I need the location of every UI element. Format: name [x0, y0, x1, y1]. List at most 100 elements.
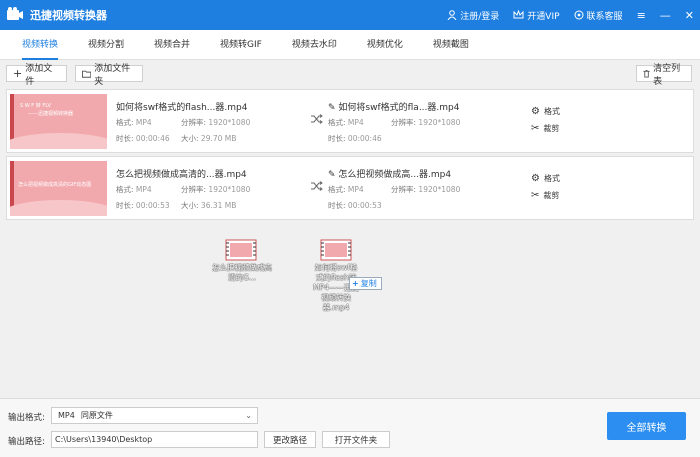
tab-video-split[interactable]: 视频分割 [88, 30, 124, 60]
cut-label: 裁剪 [543, 191, 560, 200]
source-size: 36.31 MB [200, 201, 237, 210]
scissors-icon: ✂ [531, 123, 540, 134]
headset-icon [574, 10, 584, 20]
output-duration: 00:00:46 [347, 134, 382, 143]
add-file-button[interactable]: + 添加文件 [6, 64, 67, 87]
folder-icon [82, 70, 92, 78]
video-thumbnail: 怎么把视频做成高清的GIF动态图 [10, 161, 107, 216]
output-path-input[interactable]: C:\Users\13940\Desktop [51, 431, 258, 448]
service-button[interactable]: 联系客服 [574, 9, 623, 22]
dragged-file-label: 怎么把视频做成高清的G... [212, 263, 272, 282]
clear-list-label: 清空列表 [653, 63, 681, 87]
format-label: 格式: [328, 118, 346, 127]
output-format-value: MP4 [58, 411, 75, 420]
format-label: 格式: [116, 185, 134, 194]
title-bar: 迅捷视频转换器 注册/登录 开通VIP 联系客服 ≡ — ✕ [0, 0, 700, 30]
cut-label: 裁剪 [543, 124, 560, 133]
thumbnail-subtext: ——迅捷视频转换器 [28, 111, 74, 117]
edit-name-icon[interactable]: ✎ [328, 170, 336, 180]
service-label: 联系客服 [586, 11, 623, 22]
output-file-name: 怎么把视频做成高...器.mp4 [338, 170, 452, 180]
menu-icon[interactable]: ≡ [637, 9, 646, 22]
open-folder-button[interactable]: 打开文件夹 [322, 431, 390, 448]
add-folder-label: 添加文件夹 [94, 63, 131, 87]
source-format: MP4 [135, 185, 152, 194]
output-settings-bar: 输出格式: MP4 同原文件 ⌄ 输出路径: C:\Users\13940\De… [0, 398, 700, 457]
tab-video-optimize[interactable]: 视频优化 [367, 30, 403, 60]
format-settings-button[interactable]: ⚙ 格式 [531, 173, 560, 184]
change-path-button[interactable]: 更改路径 [264, 431, 316, 448]
source-duration: 00:00:46 [135, 134, 170, 143]
size-label: 大小: [181, 134, 199, 143]
output-format: MP4 [347, 118, 364, 127]
format-label: 格式: [328, 185, 346, 194]
gear-icon: ⚙ [531, 106, 540, 117]
tab-video-to-gif[interactable]: 视频转GIF [220, 30, 262, 60]
video-file-icon[interactable] [225, 239, 257, 261]
plus-icon: + [13, 67, 23, 80]
thumbnail-text: 怎么把视频做成高清的GIF动态图 [18, 182, 92, 188]
minimize-icon[interactable]: — [660, 9, 671, 22]
chevron-down-icon: ⌄ [245, 411, 252, 420]
thumbnail-text: S W F 转 FLV [20, 103, 51, 109]
copy-tooltip: + 复制 [349, 277, 382, 290]
file-row: 怎么把视频做成高清的GIF动态图 怎么把视频做成高清的...器.mp4 格式: … [6, 156, 694, 220]
resolution-label: 分辨率: [391, 118, 417, 127]
scissors-icon: ✂ [531, 190, 540, 201]
source-size: 29.70 MB [200, 134, 237, 143]
duration-label: 时长: [328, 134, 346, 143]
source-file-name: 怎么把视频做成高清的...器.mp4 [116, 170, 247, 180]
output-duration: 00:00:53 [347, 201, 382, 210]
app-title: 迅捷视频转换器 [30, 9, 107, 22]
output-path-label: 输出路径: [8, 437, 45, 447]
convert-arrow-icon [311, 181, 323, 191]
file-toolbar: + 添加文件 添加文件夹 清空列表 [0, 60, 700, 87]
tab-video-convert[interactable]: 视频转换 [22, 30, 59, 60]
format-settings-label: 格式 [543, 107, 560, 116]
size-label: 大小: [181, 201, 199, 210]
vip-label: 开通VIP [527, 11, 560, 22]
format-settings-label: 格式 [543, 174, 560, 183]
add-folder-button[interactable]: 添加文件夹 [75, 64, 143, 87]
source-format: MP4 [135, 118, 152, 127]
clear-list-button[interactable]: 清空列表 [636, 64, 692, 87]
output-file-name-row[interactable]: ✎ 怎么把视频做成高...器.mp4 [328, 167, 451, 180]
thumbnail-decoration [10, 200, 107, 216]
cut-button[interactable]: ✂ 裁剪 [531, 123, 559, 134]
source-file-name: 如何将swf格式的flash...器.mp4 [116, 103, 248, 113]
tab-remove-watermark[interactable]: 视频去水印 [292, 30, 337, 60]
convert-all-button[interactable]: 全部转换 [607, 412, 686, 440]
format-label: 格式: [116, 118, 134, 127]
output-format-select[interactable]: MP4 同原文件 ⌄ [51, 407, 258, 424]
cut-button[interactable]: ✂ 裁剪 [531, 190, 559, 201]
tab-video-screenshot[interactable]: 视频截图 [433, 30, 469, 60]
login-button[interactable]: 注册/登录 [447, 9, 499, 22]
output-format: MP4 [347, 185, 364, 194]
login-label: 注册/登录 [460, 11, 500, 22]
edit-name-icon[interactable]: ✎ [328, 103, 336, 113]
thumbnail-decoration [10, 133, 107, 149]
output-file-name-row[interactable]: ✎ 如何将swf格式的fla...器.mp4 [328, 100, 459, 113]
app-logo-icon [6, 7, 24, 23]
output-resolution: 1920*1080 [418, 118, 461, 127]
vip-button[interactable]: 开通VIP [513, 9, 560, 22]
add-file-label: 添加文件 [25, 63, 53, 87]
trash-icon [643, 69, 650, 78]
plus-icon: + [352, 279, 359, 288]
output-format-sub: 同原文件 [80, 411, 113, 420]
format-settings-button[interactable]: ⚙ 格式 [531, 106, 560, 117]
output-file-name: 如何将swf格式的fla...器.mp4 [338, 103, 460, 113]
video-thumbnail: S W F 转 FLV ——迅捷视频转换器 [10, 94, 107, 149]
crown-icon [513, 10, 524, 19]
resolution-label: 分辨率: [181, 185, 207, 194]
video-file-icon[interactable] [320, 239, 352, 261]
duration-label: 时长: [116, 201, 134, 210]
close-icon[interactable]: ✕ [685, 9, 694, 22]
duration-label: 时长: [328, 201, 346, 210]
resolution-label: 分辨率: [391, 185, 417, 194]
convert-arrow-icon [311, 114, 323, 124]
file-row: S W F 转 FLV ——迅捷视频转换器 如何将swf格式的flash...器… [6, 89, 694, 153]
source-duration: 00:00:53 [135, 201, 170, 210]
tab-video-merge[interactable]: 视频合并 [154, 30, 190, 60]
output-format-label: 输出格式: [8, 413, 45, 423]
